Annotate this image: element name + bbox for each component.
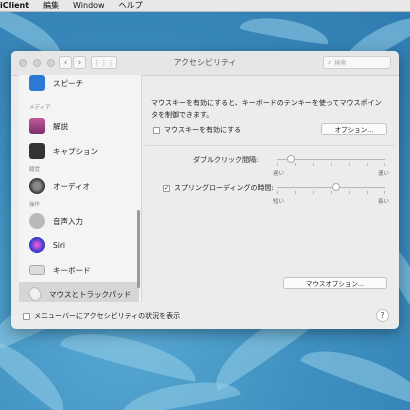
sidebar-item-label: 解説 [53,121,68,131]
menu-window[interactable]: Window [73,1,105,10]
sidebar-section-hearing: 聴覚 [29,167,41,173]
double-click-min-label: 遅い [273,171,285,177]
sidebar-item-captions[interactable]: キャプション [19,139,139,163]
double-click-speed-slider[interactable]: 遅い 速い [273,155,389,179]
sidebar-item-label: Siri [53,240,66,250]
menu-bar: iClient 編集 Window ヘルプ [0,0,410,11]
window-footer: メニューバーにアクセシビリティの状況を表示 ? [11,302,399,329]
descriptions-icon [29,118,45,134]
sidebar-section-interaction: 操作 [29,202,41,208]
siri-icon [29,237,45,253]
mouse-trackpad-pane: マウスキーを有効にすると、キーボードのテンキーを使ってマウスポインタを制御できま… [141,75,399,302]
spring-max-label: 長い [377,199,389,205]
mouse-keys-description: マウスキーを有効にすると、キーボードのテンキーを使ってマウスポインタを制御できま… [151,99,382,119]
menu-app-name[interactable]: iClient [0,1,29,10]
checkbox-label: スプリングローディングの時間: [174,184,274,192]
mouse-keys-options-button[interactable]: オプション... [321,123,387,135]
microphone-icon [29,213,45,229]
sidebar-item-mouse-trackpad[interactable]: マウスとトラックパッド [19,282,139,302]
sidebar-item-audio[interactable]: オーディオ [19,174,139,198]
divider [145,145,395,146]
sidebar-item-descriptions[interactable]: 解説 [19,114,139,138]
checkbox-box[interactable] [153,126,160,134]
sidebar-item-label: キーボード [53,265,91,275]
menu-help[interactable]: ヘルプ [119,0,143,11]
sidebar[interactable]: スピーチ メディア 解説 キャプション 聴覚 オーディオ 操作 音声入力 Sir… [19,75,142,302]
spring-min-label: 短い [273,199,285,205]
sidebar-scrollbar-thumb[interactable] [137,210,140,288]
help-button[interactable]: ? [376,309,389,322]
search-icon: ⌕ [328,58,332,66]
spring-loading-checkbox[interactable]: ✓ スプリングローディングの時間: [163,183,274,193]
sidebar-item-label: キャプション [53,146,98,156]
checkbox-label: メニューバーにアクセシビリティの状況を表示 [34,312,181,320]
sidebar-item-dictation[interactable]: 音声入力 [19,209,139,233]
checkbox-box[interactable]: ✓ [163,184,170,192]
sidebar-item-siri[interactable]: Siri [19,233,139,257]
sidebar-item-keyboard[interactable]: キーボード [19,258,139,282]
checkbox-label: マウスキーを有効にする [164,126,242,134]
sidebar-item-label: 音声入力 [53,216,83,226]
mouse-options-button[interactable]: マウスオプション... [283,277,387,289]
mouse-icon [26,284,44,302]
sidebar-item-label: スピーチ [53,78,83,88]
spring-loading-slider[interactable]: 短い 長い [273,183,389,207]
enable-mouse-keys-checkbox[interactable]: マウスキーを有効にする [153,125,241,135]
search-input[interactable]: ⌕ 検索 [323,56,391,69]
sidebar-item-label: オーディオ [53,181,90,191]
speaker-icon [29,178,45,194]
show-in-menubar-checkbox[interactable]: メニューバーにアクセシビリティの状況を表示 [23,311,180,321]
double-click-slider-knob[interactable] [287,155,296,163]
search-placeholder: 検索 [334,60,347,67]
keyboard-icon [29,265,45,275]
menu-edit[interactable]: 編集 [43,0,59,11]
checkbox-box[interactable] [23,312,30,320]
window-titlebar: ‹ › ⋮⋮⋮ アクセシビリティ ⌕ 検索 [11,51,399,76]
sidebar-section-media: メディア [29,105,51,111]
captions-icon [29,143,45,159]
accessibility-preferences-window: ‹ › ⋮⋮⋮ アクセシビリティ ⌕ 検索 スピーチ メディア 解説 キャプショ… [11,51,399,329]
sidebar-item-label: マウスとトラックパッド [49,289,132,299]
sidebar-item-speech[interactable]: スピーチ [19,75,139,95]
double-click-speed-label: ダブルクリック間隔: [193,156,259,164]
spring-loading-slider-knob[interactable] [332,183,341,191]
speech-bubble-icon [29,75,45,91]
double-click-max-label: 速い [377,171,389,177]
